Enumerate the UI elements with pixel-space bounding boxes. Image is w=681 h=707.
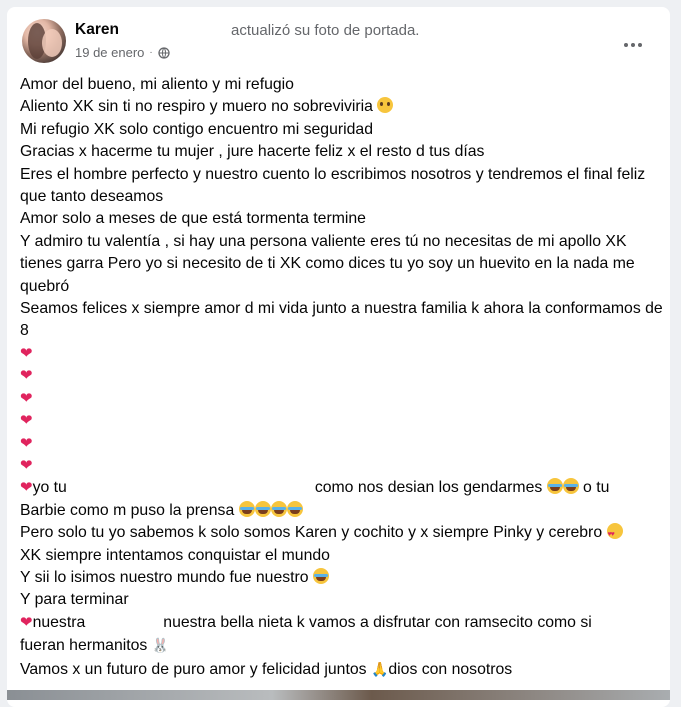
post-card: Karen actualizó su foto de portada. 19 d… bbox=[7, 7, 670, 707]
post-line: Vamos x un futuro de puro amor y felicid… bbox=[20, 660, 513, 678]
heart-icon: ❤ bbox=[20, 389, 33, 407]
heart-icon: ❤ bbox=[20, 434, 33, 452]
post-line: Y admiro tu valentía , si hay una person… bbox=[20, 232, 635, 295]
heart-line: ❤ bbox=[20, 433, 665, 455]
post-line: ❤nuestra nuestra bella nieta k vamos a di… bbox=[20, 613, 592, 631]
post-line: Gracias x hacerme tu mujer , jure hacert… bbox=[20, 143, 485, 161]
tears-of-joy-icon bbox=[254, 500, 271, 517]
post-date[interactable]: 19 de enero bbox=[75, 45, 144, 60]
post-line: Amor solo a meses de que está tormenta t… bbox=[20, 210, 366, 228]
tears-of-joy-icon bbox=[312, 567, 329, 584]
heart-icon: ❤ bbox=[20, 344, 33, 362]
post-line: Seamos felices x siempre amor d mi vida … bbox=[20, 300, 663, 340]
heart-icon: ❤ bbox=[20, 412, 33, 430]
praying-hands-icon: 🙏 bbox=[370, 660, 389, 677]
tears-of-joy-icon bbox=[562, 478, 579, 495]
heart-line: ❤ bbox=[20, 365, 665, 387]
tears-of-joy-icon bbox=[238, 500, 255, 517]
heart-line: ❤ bbox=[20, 388, 665, 410]
heart-icon: ❤ bbox=[20, 367, 33, 385]
cover-photo[interactable] bbox=[7, 690, 670, 700]
bunny-icon: 🐰 bbox=[151, 637, 170, 654]
post-text: Amor del bueno, mi aliento y mi refugio … bbox=[20, 74, 665, 681]
globe-icon[interactable] bbox=[158, 46, 170, 59]
tears-of-joy-icon bbox=[546, 478, 563, 495]
author-name[interactable]: Karen bbox=[75, 21, 119, 39]
post-line: Amor del bueno, mi aliento y mi refugio bbox=[20, 76, 294, 93]
tears-of-joy-icon bbox=[286, 500, 303, 517]
post-line: Mi refugio XK solo contigo encuentro mi … bbox=[20, 120, 373, 138]
post-line: ❤yo tu como nos desian los gendarmes o tu bbox=[20, 478, 610, 497]
post-meta: 19 de enero · bbox=[75, 45, 170, 60]
heart-line: ❤ bbox=[20, 455, 665, 477]
post-line: Y sii lo isimos nuestro mundo fue nuestr… bbox=[20, 567, 665, 589]
heart-eyes-icon bbox=[606, 523, 623, 547]
post-action-text: actualizó su foto de portada. bbox=[231, 22, 420, 39]
more-options-button[interactable] bbox=[617, 29, 649, 61]
tears-of-joy-icon bbox=[270, 500, 287, 517]
heart-icon: ❤ bbox=[20, 479, 33, 497]
more-options-icon bbox=[624, 43, 628, 47]
post-line: Barbie como m puso la prensa bbox=[20, 500, 665, 522]
post-line: Pero solo tu yo sabemos k solo somos Kar… bbox=[20, 522, 665, 547]
heart-icon: ❤ bbox=[20, 613, 33, 631]
heart-line: ❤ bbox=[20, 343, 665, 365]
post-line: fueran hermanitos 🐰 bbox=[20, 637, 170, 655]
heart-line: ❤ bbox=[20, 410, 665, 432]
heart-icon: ❤ bbox=[20, 456, 33, 474]
post-line: Eres el hombre perfecto y nuestro cuento… bbox=[20, 165, 646, 206]
meta-separator: · bbox=[149, 47, 153, 58]
pleading-face-icon bbox=[377, 97, 394, 114]
author-avatar[interactable] bbox=[22, 19, 66, 63]
post-line: XK siempre intentamos conquistar el mund… bbox=[20, 546, 330, 564]
post-line: Y para terminar bbox=[20, 591, 129, 609]
post-line: Aliento XK sin ti no respiro y muero no … bbox=[20, 96, 665, 118]
